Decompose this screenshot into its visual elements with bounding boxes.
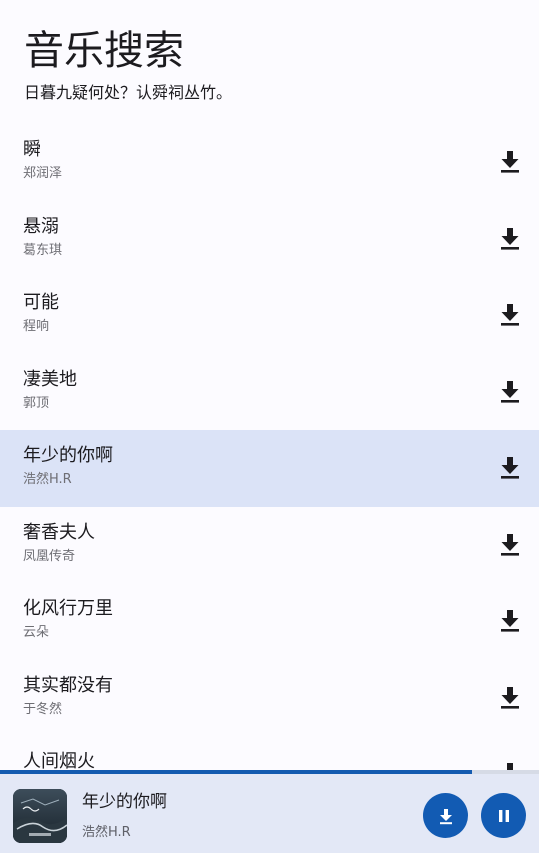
page-title: 音乐搜索 — [24, 28, 184, 74]
song-artist: 郑润泽 — [23, 166, 63, 181]
song-title: 可能 — [23, 292, 59, 313]
app-screen: 音乐搜索 日暮九疑何处？认舜祠丛竹。 瞬郑润泽悬溺葛东琪可能程响凄美地郭顶年少的… — [0, 0, 539, 853]
song-title: 瞬 — [23, 139, 41, 160]
song-title: 其实都没有 — [23, 674, 113, 696]
download-icon[interactable] — [499, 685, 521, 709]
download-icon[interactable] — [499, 608, 521, 632]
page-subtitle: 日暮九疑何处？认舜祠丛竹。 — [24, 83, 233, 102]
song-list-item[interactable]: 凄美地 郭顶 — [0, 354, 539, 431]
song-title: 奢香夫人 — [23, 521, 95, 543]
song-list-item[interactable]: 年少的你啊浩然H.R — [0, 430, 539, 507]
song-list-item[interactable]: 瞬郑润泽 — [0, 124, 539, 201]
pause-icon — [498, 809, 509, 822]
song-title: 凄美地 — [23, 368, 77, 390]
song-artist: 浩然H.R — [23, 472, 72, 487]
song-artist: 郭顶 — [23, 395, 50, 411]
song-artist: 凤凰传奇 — [23, 548, 76, 564]
song-list-item[interactable]: 奢香夫人 凤凰传奇 — [0, 507, 539, 584]
song-title: 人间烟火 — [23, 751, 95, 772]
album-cover-art — [13, 789, 67, 843]
song-list-item[interactable]: 其实都没有 于冬然 — [0, 660, 539, 737]
album-cover — [13, 789, 67, 843]
song-artist: 程响 — [23, 319, 50, 334]
download-icon[interactable] — [499, 226, 521, 250]
download-icon[interactable] — [499, 149, 521, 173]
song-list-item[interactable]: 化风行万里 云朵 — [0, 583, 539, 660]
download-icon[interactable] — [499, 379, 521, 403]
song-artist: 云朵 — [23, 625, 50, 640]
now-playing-artist: 浩然H.R — [82, 825, 131, 840]
song-list-item[interactable]: 人间烟火 — [0, 736, 539, 772]
pause-button[interactable] — [481, 793, 526, 838]
song-list: 瞬郑润泽 悬溺 葛东琪 可能 程响 凄美地 郭顶 年少的你啊 浩然H.R 奢香夫人 凤凰传奇 化风行万… — [0, 124, 539, 772]
download-icon — [439, 808, 452, 824]
song-list-item[interactable]: 可能 程响 — [0, 277, 539, 354]
download-icon[interactable] — [499, 455, 521, 479]
song-list-item[interactable]: 悬溺 葛东琪 — [0, 201, 539, 278]
song-title: 化风行万里 — [23, 598, 113, 619]
header: 音乐搜索 日暮九疑何处？认舜祠丛竹。 — [0, 0, 539, 123]
song-artist: 葛东琪 — [23, 242, 63, 258]
now-playing-title: 年少的你啊 — [82, 792, 167, 812]
download-icon[interactable] — [499, 532, 521, 556]
download-icon[interactable] — [499, 302, 521, 326]
song-title: 年少的你啊 — [23, 445, 113, 466]
song-title: 悬溺 — [23, 215, 59, 237]
player-download-button[interactable] — [423, 793, 468, 838]
song-artist: 于冬然 — [23, 701, 63, 717]
now-playing-bar[interactable]: 年少的你啊 浩然H.R — [0, 774, 539, 853]
